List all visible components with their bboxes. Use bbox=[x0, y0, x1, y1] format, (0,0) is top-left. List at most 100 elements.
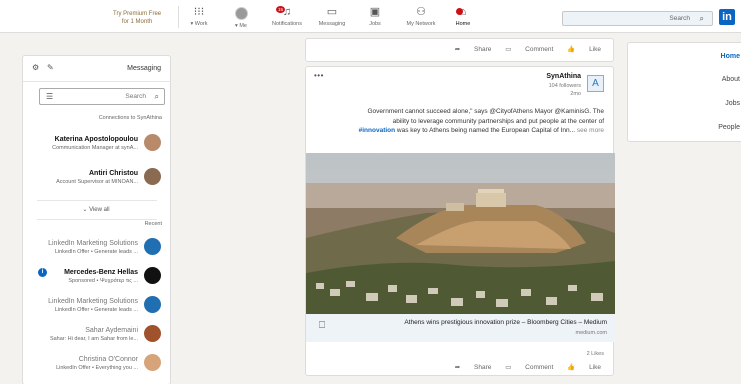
conversation-name: Katerina Apostolopoulou bbox=[54, 136, 138, 143]
messaging-search-input[interactable]: Search ⌕ ☰ bbox=[39, 88, 165, 105]
premium-line-1: Try Premium Free bbox=[113, 11, 162, 17]
share-button[interactable]: ➦ Share bbox=[455, 364, 492, 371]
conversation-subtitle: LinkedIn Offer • Generate leads ... bbox=[54, 307, 138, 313]
divider bbox=[37, 200, 157, 201]
connections-section-label: Connections to SynAthina bbox=[98, 115, 162, 121]
conversation-subtitle: Sahar: Hi dear, I am Sahar from le... bbox=[49, 336, 138, 342]
nav-item-people[interactable]: People bbox=[628, 124, 741, 136]
try-premium-link[interactable]: Try Premium Free for 1 Month bbox=[113, 10, 161, 26]
conversation-item[interactable]: Christina O'Connor LinkedIn Offer • Ever… bbox=[23, 350, 169, 378]
network-icon: ⚇ bbox=[416, 6, 426, 18]
conversation-item[interactable]: Katerina Apostolopoulou Communication Ma… bbox=[23, 130, 169, 158]
post-text-line-3: was key to Athens being named the Europe… bbox=[395, 127, 576, 134]
see-more-link[interactable]: see more bbox=[577, 127, 604, 134]
search-icon: ⌕ bbox=[154, 92, 159, 101]
nav-notifications-label: Notifications bbox=[272, 21, 302, 27]
like-button[interactable]: 👍 Like bbox=[567, 46, 601, 53]
conversation-item[interactable]: LinkedIn Marketing Solutions LinkedIn Of… bbox=[23, 234, 169, 262]
share-button[interactable]: ➦ Share bbox=[455, 46, 492, 53]
nav-work-label: ▾ Work bbox=[190, 21, 208, 27]
more-options-icon[interactable]: ••• bbox=[314, 71, 324, 80]
grid-icon: ⁝⁝⁝ bbox=[193, 6, 205, 18]
nav-work-text: Work bbox=[194, 21, 208, 27]
mercedes-logo-icon bbox=[144, 267, 161, 284]
conversation-item[interactable]: Mercedes-Benz Hellas Sponsored • Ψυχρότε… bbox=[23, 263, 169, 291]
global-search-input[interactable]: Search ⌕ bbox=[562, 11, 713, 26]
nav-my-network-label: My Network bbox=[406, 21, 436, 27]
avatar bbox=[144, 238, 161, 255]
view-all-button[interactable]: ⌄ View all bbox=[37, 203, 155, 217]
conversation-subtitle: Sponsored • Ψυχρότερ τις ... bbox=[68, 278, 138, 284]
link-source: medium.com bbox=[575, 330, 607, 336]
messaging-search-placeholder: Search bbox=[125, 93, 146, 100]
nav-home-label: Home bbox=[455, 21, 471, 27]
nav-my-network[interactable]: ⚇ My Network bbox=[398, 6, 444, 27]
like-label: Like bbox=[589, 46, 601, 53]
nav-messaging[interactable]: ▭ Messaging bbox=[312, 6, 352, 27]
nav-item-about[interactable]: About bbox=[628, 76, 741, 88]
messaging-panel: Messaging ✎ ⚙ Search ⌕ ☰ Connections to … bbox=[22, 55, 171, 384]
filter-icon[interactable]: ☰ bbox=[46, 92, 53, 101]
divider bbox=[37, 219, 157, 220]
conversation-name: LinkedIn Marketing Solutions bbox=[48, 240, 138, 247]
compose-icon[interactable]: ✎ bbox=[47, 63, 54, 72]
notifications-badge: 15 bbox=[276, 6, 285, 13]
linkedin-logo[interactable]: in bbox=[719, 9, 735, 25]
home-notification-dot bbox=[456, 8, 463, 15]
post-text: Government cannot succeed alone," says @… bbox=[314, 107, 604, 136]
avatar bbox=[234, 7, 248, 20]
avatar bbox=[144, 296, 161, 313]
nav-item-home[interactable]: Home bbox=[628, 53, 741, 65]
avatar bbox=[144, 168, 161, 185]
chat-icon: ▭ bbox=[326, 6, 338, 18]
previous-post-card: ➦ Share ▭ Comment 👍 Like bbox=[305, 38, 614, 62]
search-placeholder: Search bbox=[669, 15, 690, 22]
link-preview[interactable]: ⎕ Athens wins prestigious innovation pri… bbox=[306, 314, 615, 342]
nav-notifications[interactable]: ♫ Notifications 15 bbox=[264, 6, 310, 27]
view-all-label: View all bbox=[89, 207, 110, 213]
nav-work[interactable]: ⁝⁝⁝ ▾ Work bbox=[184, 6, 214, 27]
likes-count[interactable]: 2 Likes bbox=[587, 351, 604, 357]
info-icon: i bbox=[38, 268, 47, 277]
conversation-subtitle: Account Supervisor at MINOAN... bbox=[56, 179, 138, 185]
home-icon: ⌂ bbox=[459, 6, 467, 18]
hashtag-link[interactable]: #innovation bbox=[359, 127, 395, 134]
top-navigation-bar: in Search ⌕ ⌂ Home ⚇ My Network ▣ Jobs ▭… bbox=[0, 0, 741, 33]
post-text-line-2: ability to leverage community partnershi… bbox=[392, 117, 604, 125]
nav-jobs[interactable]: ▣ Jobs bbox=[362, 6, 388, 27]
nav-item-jobs[interactable]: Jobs bbox=[628, 100, 741, 112]
nav-divider bbox=[178, 6, 179, 28]
comment-label: Comment bbox=[525, 46, 554, 53]
comment-button[interactable]: ▭ Comment bbox=[505, 364, 553, 371]
premium-line-2: for 1 Month bbox=[121, 19, 153, 25]
link-title[interactable]: Athens wins prestigious innovation prize… bbox=[404, 319, 607, 326]
post-image[interactable] bbox=[306, 153, 615, 314]
comment-button[interactable]: ▭ Comment bbox=[505, 46, 553, 53]
chevron-down-icon: ⌄ bbox=[82, 207, 88, 213]
conversation-item[interactable]: Antiri Christou Account Supervisor at MI… bbox=[23, 164, 169, 192]
feed-post-card: A SynAthina 104 followers 2mo ••• Govern… bbox=[305, 66, 615, 376]
company-logo-icon[interactable]: A bbox=[587, 75, 604, 92]
conversation-subtitle: LinkedIn Offer • Everything you ... bbox=[56, 365, 138, 371]
messaging-header[interactable]: Messaging ✎ ⚙ bbox=[23, 56, 170, 82]
conversation-name: Antiri Christou bbox=[89, 170, 138, 177]
conversation-item[interactable]: LinkedIn Marketing Solutions LinkedIn Of… bbox=[23, 292, 169, 320]
conversation-name: Christina O'Connor bbox=[78, 356, 138, 363]
nav-me[interactable]: ▾ Me bbox=[228, 6, 254, 29]
post-author[interactable]: SynAthina bbox=[546, 73, 581, 80]
nav-me-label: ▾ Me bbox=[235, 23, 247, 29]
nav-messaging-label: Messaging bbox=[318, 21, 346, 27]
comment-label: Comment bbox=[525, 364, 554, 371]
bell-icon: ♫ bbox=[282, 6, 292, 18]
post-time: 2mo bbox=[570, 91, 581, 97]
share-label: Share bbox=[474, 46, 492, 53]
avatar bbox=[144, 354, 161, 371]
conversation-name: Mercedes-Benz Hellas bbox=[64, 269, 138, 276]
post-actions: ➦ Share ▭ Comment 👍 Like bbox=[444, 363, 601, 371]
conversation-item[interactable]: Sahar Aydemaini Sahar: Hi dear, I am Sah… bbox=[23, 321, 169, 349]
like-button[interactable]: 👍 Like bbox=[567, 364, 601, 371]
conversation-name: LinkedIn Marketing Solutions bbox=[48, 298, 138, 305]
bookmark-icon[interactable]: ⎕ bbox=[319, 320, 325, 331]
gear-icon[interactable]: ⚙ bbox=[32, 63, 39, 72]
nav-home[interactable]: ⌂ Home bbox=[448, 6, 478, 27]
